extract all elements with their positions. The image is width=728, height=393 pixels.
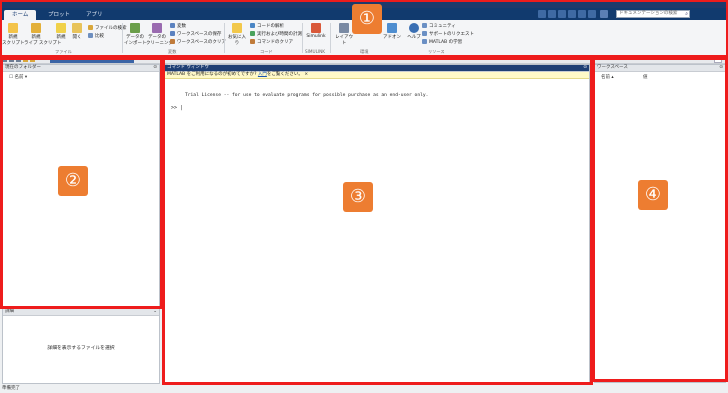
callout-badge-4: ④ (638, 180, 668, 210)
details-panel: 詳細 ⌄ 詳細を表示するファイルを選択 (2, 308, 160, 384)
callout-frame-workspace (592, 57, 728, 382)
callout-badge-1: ① (352, 4, 382, 34)
chevron-down-icon[interactable]: ⌄ (153, 309, 157, 315)
callout-badge-2: ② (58, 166, 88, 196)
details-empty-message: 詳細を表示するファイルを選択 (47, 346, 115, 351)
status-bar: 準備完了 (0, 385, 728, 393)
details-header: 詳細 ⌄ (3, 309, 159, 316)
callout-badge-3: ③ (343, 182, 373, 212)
callout-frame-command-window (162, 57, 593, 385)
